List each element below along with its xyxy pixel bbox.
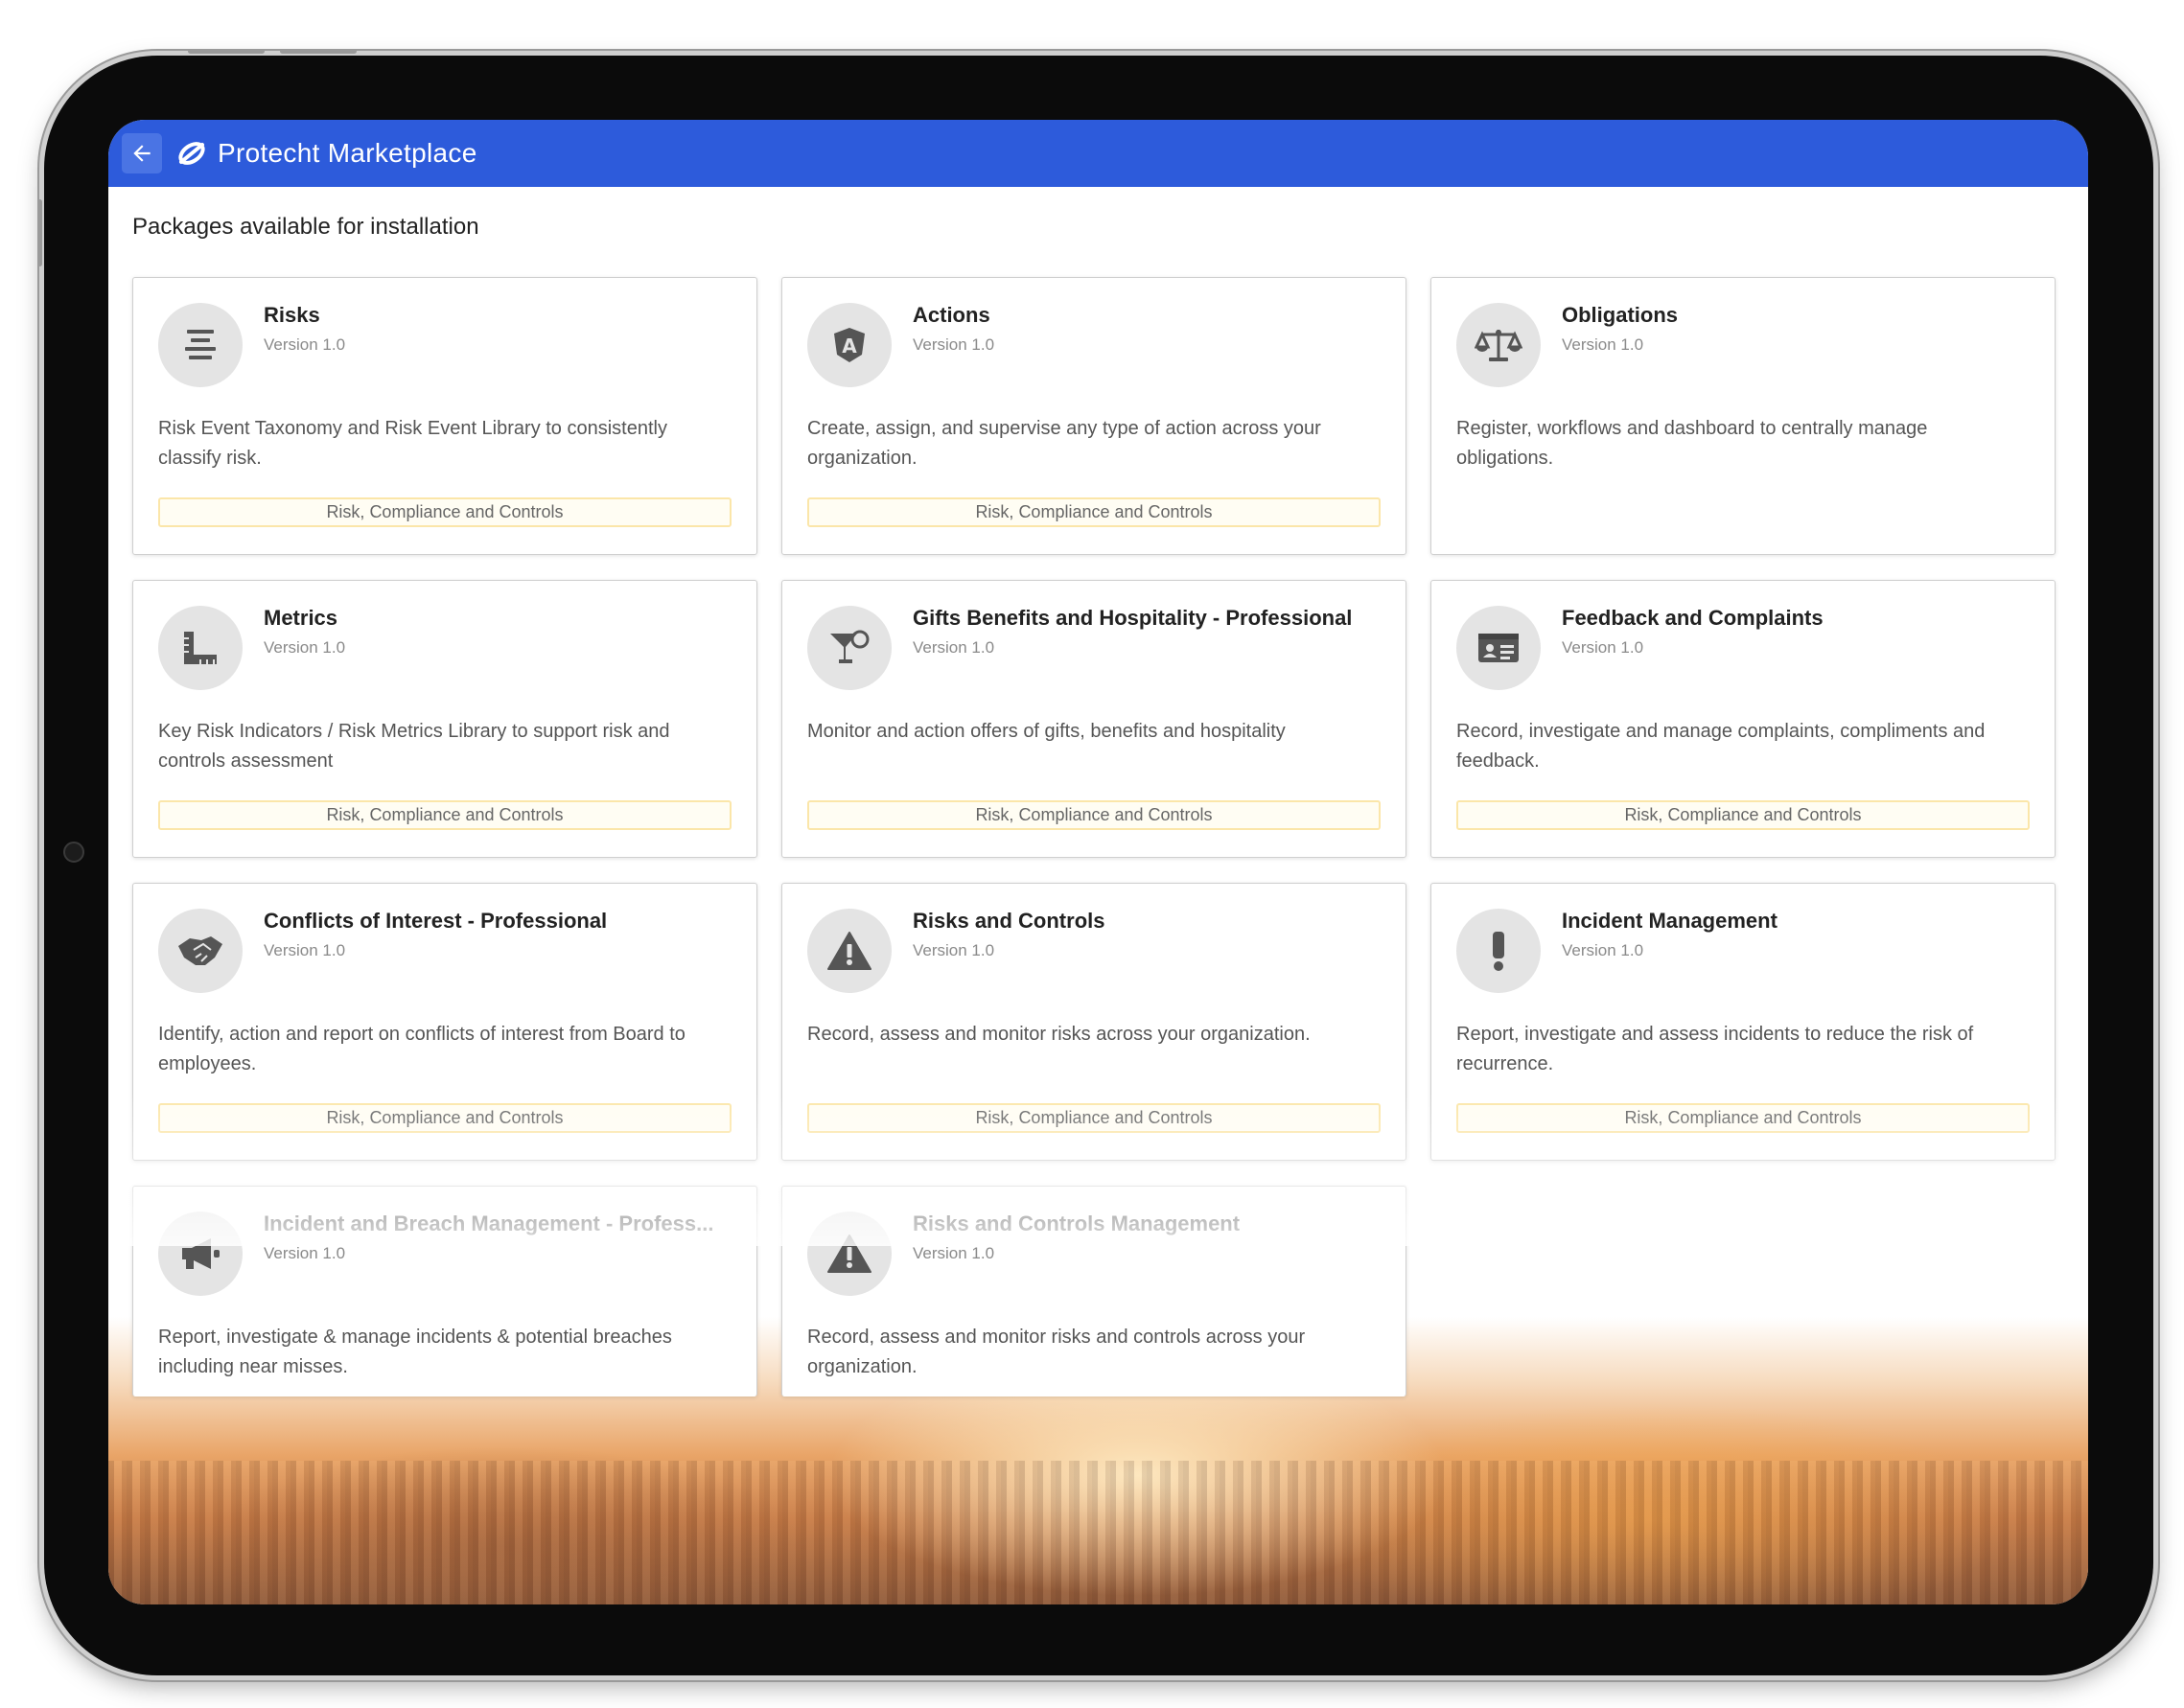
- card-title: Risks: [264, 303, 320, 327]
- ruler-combined-icon: [158, 606, 243, 690]
- shield-a-icon: A: [807, 303, 892, 387]
- protecht-logo-icon: [175, 137, 208, 170]
- warning-icon: [807, 909, 892, 993]
- card-title: Conflicts of Interest - Professional: [264, 909, 608, 933]
- card-version: Version 1.0: [264, 335, 346, 354]
- category-tag: Risk, Compliance and Controls: [807, 800, 1381, 830]
- package-card-risks-and-controls[interactable]: Risks and Controls Version 1.0 Record, a…: [781, 883, 1406, 1161]
- package-card-incident-management[interactable]: Incident Management Version 1.0 Report, …: [1430, 883, 2056, 1161]
- volume-button: [280, 49, 357, 54]
- card-version: Version 1.0: [264, 638, 346, 657]
- card-version: Version 1.0: [1562, 638, 1644, 657]
- card-description: Create, assign, and supervise any type o…: [807, 418, 1321, 469]
- card-version: Version 1.0: [913, 941, 995, 959]
- card-description: Identify, action and report on conflicts…: [158, 1024, 685, 1074]
- category-tag: Risk, Compliance and Controls: [158, 800, 732, 830]
- handshake-icon: [158, 909, 243, 993]
- category-tag: Risk, Compliance and Controls: [1456, 800, 2030, 830]
- volume-button: [188, 49, 265, 54]
- package-card-metrics[interactable]: Metrics Version 1.0 Key Risk Indicators …: [132, 580, 757, 858]
- category-tag: Risk, Compliance and Controls: [807, 1103, 1381, 1133]
- package-card-conflicts-of-interest[interactable]: Conflicts of Interest - Professional Ver…: [132, 883, 757, 1161]
- power-button: [37, 199, 42, 266]
- card-title: Incident Management: [1562, 909, 1777, 933]
- back-button[interactable]: [122, 133, 162, 173]
- card-description: Risk Event Taxonomy and Risk Event Libra…: [158, 418, 667, 469]
- package-card-risks-controls-management[interactable]: Risks and Controls Management Version 1.…: [781, 1186, 1406, 1396]
- id-card-icon: [1456, 606, 1541, 690]
- package-card-incident-breach-management[interactable]: Incident and Breach Management - Profess…: [132, 1186, 757, 1396]
- svg-text:A: A: [842, 335, 857, 358]
- card-title: Feedback and Complaints: [1562, 606, 1824, 630]
- card-description: Report, investigate and assess incidents…: [1456, 1024, 1974, 1074]
- cocktail-icon: [807, 606, 892, 690]
- category-tag: Risk, Compliance and Controls: [158, 1103, 732, 1133]
- package-card-obligations[interactable]: Obligations Version 1.0 Register, workfl…: [1430, 277, 2056, 555]
- card-title: Risks and Controls Management: [913, 1212, 1241, 1235]
- card-version: Version 1.0: [913, 335, 995, 354]
- balance-scale-icon: [1456, 303, 1541, 387]
- card-title: Gifts Benefits and Hospitality - Profess…: [913, 606, 1353, 630]
- card-title: Obligations: [1562, 303, 1678, 327]
- card-description: Record, assess and monitor risks and con…: [807, 1327, 1306, 1377]
- card-title: Metrics: [264, 606, 338, 630]
- card-description: Report, investigate & manage incidents &…: [158, 1327, 672, 1377]
- package-card-gifts-benefits[interactable]: Gifts Benefits and Hospitality - Profess…: [781, 580, 1406, 858]
- app-screen: Protecht Marketplace Packages available …: [108, 120, 2088, 1604]
- category-tag: Risk, Compliance and Controls: [807, 497, 1381, 527]
- warning-icon: [807, 1212, 892, 1296]
- card-version: Version 1.0: [913, 638, 995, 657]
- card-description: Monitor and action offers of gifts, bene…: [807, 721, 1286, 742]
- card-version: Version 1.0: [1562, 941, 1644, 959]
- camera: [63, 842, 84, 863]
- card-version: Version 1.0: [264, 941, 346, 959]
- exclamation-icon: [1456, 909, 1541, 993]
- card-title: Actions: [913, 303, 990, 327]
- app-title: Protecht Marketplace: [218, 138, 477, 168]
- top-bar: Protecht Marketplace: [108, 120, 2088, 187]
- megaphone-icon: [158, 1212, 243, 1296]
- category-tag: Risk, Compliance and Controls: [158, 497, 732, 527]
- package-card-feedback-complaints[interactable]: Feedback and Complaints Version 1.0 Reco…: [1430, 580, 2056, 858]
- card-description: Key Risk Indicators / Risk Metrics Libra…: [158, 721, 670, 772]
- card-version: Version 1.0: [1562, 335, 1644, 354]
- package-card-risks[interactable]: Risks Version 1.0 Risk Event Taxonomy an…: [132, 277, 757, 555]
- card-title: Incident and Breach Management - Profess…: [264, 1212, 714, 1235]
- card-description: Record, assess and monitor risks across …: [807, 1024, 1311, 1045]
- category-tag: Risk, Compliance and Controls: [1456, 1103, 2030, 1133]
- card-title: Risks and Controls: [913, 909, 1105, 933]
- package-card-actions[interactable]: A Actions Version 1.0 Create, assign, an…: [781, 277, 1406, 555]
- arrow-left-icon: [133, 145, 151, 162]
- card-version: Version 1.0: [913, 1244, 995, 1262]
- card-version: Version 1.0: [264, 1244, 346, 1262]
- card-description: Register, workflows and dashboard to cen…: [1456, 418, 1928, 469]
- align-center-icon: [158, 303, 243, 387]
- page-heading: Packages available for installation: [132, 214, 479, 240]
- card-description: Record, investigate and manage complaint…: [1456, 721, 1986, 772]
